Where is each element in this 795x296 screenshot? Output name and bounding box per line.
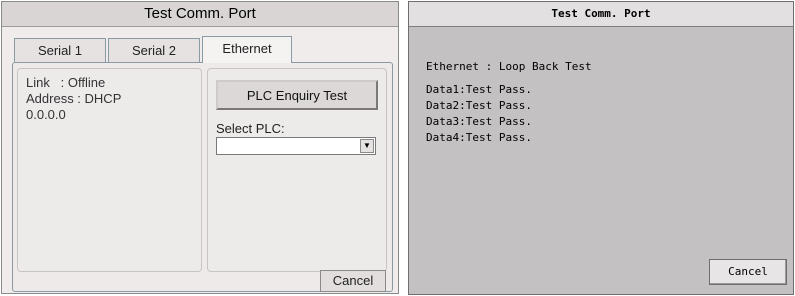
cancel-button[interactable]: Cancel: [320, 270, 386, 292]
ethernet-tab-panel: Link : Offline Address : DHCP 0.0.0.0 PL…: [12, 62, 393, 292]
tab-serial-2[interactable]: Serial 2: [108, 38, 200, 62]
result-line: Data2:Test Pass.: [426, 99, 532, 112]
link-status: Link : Offline: [26, 75, 106, 90]
window-title: Test Comm. Port: [2, 2, 398, 27]
window-title: Test Comm. Port: [409, 2, 793, 27]
select-plc-dropdown[interactable]: ▼: [216, 137, 376, 155]
select-plc-label: Select PLC:: [216, 121, 285, 136]
result-line: Data3:Test Pass.: [426, 115, 532, 128]
result-line: Data1:Test Pass.: [426, 83, 532, 96]
tab-serial-1[interactable]: Serial 1: [14, 38, 106, 62]
ip-address: 0.0.0.0: [26, 107, 66, 122]
connection-status-group: Link : Offline Address : DHCP 0.0.0.0: [17, 68, 202, 272]
plc-test-group: PLC Enquiry Test Select PLC: ▼: [207, 68, 387, 272]
dropdown-arrow-icon[interactable]: ▼: [360, 139, 374, 153]
loopback-heading: Ethernet : Loop Back Test: [426, 60, 592, 73]
tab-ethernet[interactable]: Ethernet: [202, 36, 292, 63]
result-line: Data4:Test Pass.: [426, 131, 532, 144]
ethernet-test-window: Test Comm. Port Serial 1 Serial 2 Ethern…: [1, 1, 399, 294]
cancel-button[interactable]: Cancel: [709, 259, 787, 285]
address-mode: Address : DHCP: [26, 91, 122, 106]
loopback-test-window: Test Comm. Port Ethernet : Loop Back Tes…: [408, 1, 794, 295]
plc-enquiry-test-button[interactable]: PLC Enquiry Test: [216, 80, 378, 110]
